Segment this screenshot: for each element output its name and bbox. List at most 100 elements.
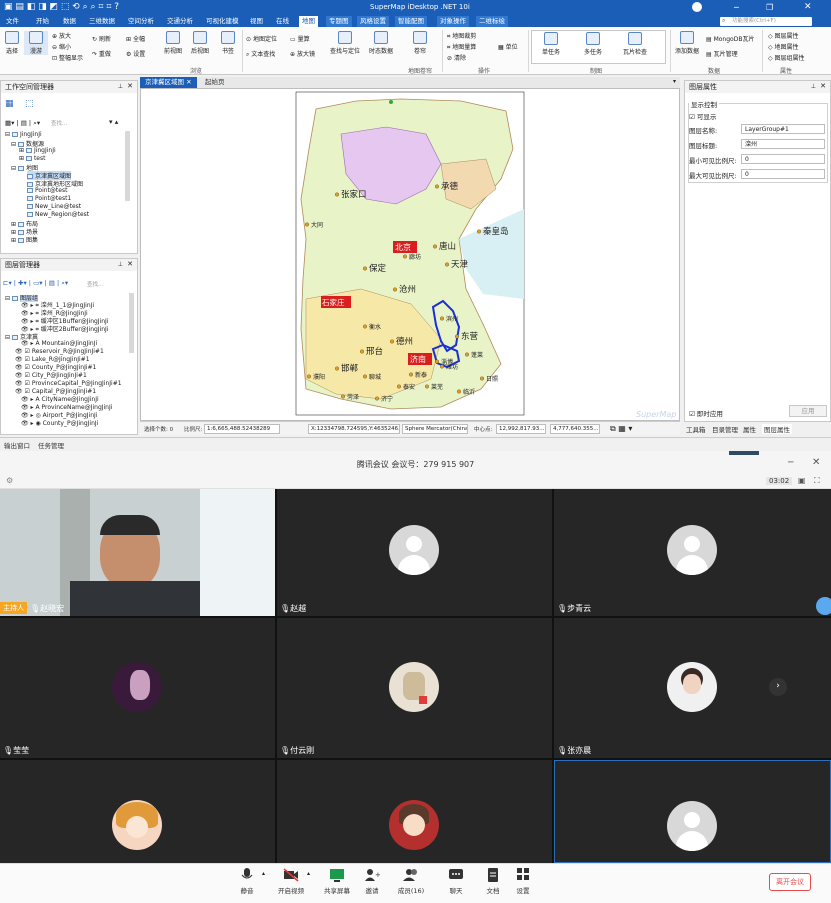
tab-traffic-analysis[interactable]: 交通分析 bbox=[164, 16, 196, 27]
tree-ds-jingjinji[interactable]: ⊞ JingJinJi bbox=[19, 147, 56, 154]
find-locate-button[interactable]: 查找与定位 bbox=[328, 31, 362, 55]
apply-button[interactable]: 应用 bbox=[789, 405, 827, 417]
tree-scrollbar[interactable] bbox=[125, 131, 130, 201]
info-icon[interactable]: ⚙ bbox=[6, 476, 13, 485]
chat-button[interactable]: 聊天 bbox=[439, 868, 473, 895]
tab-catalog[interactable]: 目录管理 bbox=[712, 424, 738, 434]
tab-attributes[interactable]: 属性 bbox=[743, 424, 756, 434]
tree-map-newregion[interactable]: New_Region@test bbox=[27, 211, 89, 218]
settings-button[interactable]: ⚙ 设置 bbox=[126, 49, 145, 58]
swipe-button[interactable]: 卷帘 bbox=[408, 31, 432, 55]
zoom-in-button[interactable]: ⊕ 放大 bbox=[52, 31, 71, 40]
video-tile[interactable] bbox=[277, 760, 552, 863]
video-tile[interactable]: › 🎙张亦晨 bbox=[554, 618, 831, 758]
tree-workspace[interactable]: ⊟ JingJinJi bbox=[5, 131, 42, 138]
chevron-up-icon[interactable]: ▴ bbox=[262, 870, 265, 877]
tab-start[interactable]: 开始 bbox=[33, 16, 52, 27]
layer-row[interactable]: 👁 ☑ Reservoir_R@JingJinJi#1 bbox=[15, 348, 104, 355]
select-button[interactable]: 选择 bbox=[0, 31, 24, 55]
pin-icon[interactable]: ⊥ bbox=[118, 83, 123, 90]
tab-online[interactable]: 在线 bbox=[273, 16, 292, 27]
next-page-icon[interactable]: › bbox=[769, 678, 787, 696]
workspace-nav-arrows[interactable]: ▾ ▴ bbox=[109, 118, 118, 126]
layer-row[interactable]: 👁 ▸ A ProvinceName@JingJinJi bbox=[21, 404, 112, 411]
doc-tab-start-page[interactable]: 起始页 bbox=[200, 77, 230, 88]
user-avatar-icon[interactable] bbox=[692, 2, 702, 12]
layer-row[interactable]: 👁 ▸ A CityName@JingJinJi bbox=[21, 396, 99, 403]
video-tile-host[interactable]: 主持人 🎙赵晓宏 bbox=[0, 489, 275, 616]
center-y-field[interactable]: 4,777,640.355... bbox=[550, 424, 600, 434]
entire-view-button[interactable]: ⊡ 整幅显示 bbox=[52, 53, 83, 62]
layer-row[interactable]: 👁 ☑ Lake_R@JingJinJi#1 bbox=[15, 356, 90, 363]
panel-close-icon[interactable]: ✕ bbox=[127, 260, 133, 268]
magnifier-button[interactable]: ⊕ 放大镜 bbox=[290, 49, 315, 58]
tab-thematic[interactable]: 专题图 bbox=[326, 16, 352, 27]
projection-field[interactable]: Sphere Mercator(China 2000) bbox=[402, 424, 468, 434]
tree-atlas[interactable]: ⊞ 图集 bbox=[11, 235, 38, 244]
prev-view-button[interactable]: 前视图 bbox=[161, 31, 185, 55]
workspace-toolbar-icons[interactable]: ▦▾ | ▤ | ⌕▾ bbox=[5, 119, 40, 128]
status-tool-icons[interactable]: ⧉ ▦ ▾ bbox=[610, 424, 632, 434]
zoom-out-button[interactable]: ⊖ 缩小 bbox=[52, 42, 71, 51]
layer-name-input[interactable]: LayerGroup#1 bbox=[741, 124, 825, 134]
multi-task-button[interactable]: 多任务 bbox=[578, 32, 608, 56]
documents-button[interactable]: 文档 bbox=[476, 868, 510, 895]
start-video-button[interactable]: 开启视频 bbox=[274, 868, 308, 895]
panel-close-icon[interactable]: ✕ bbox=[820, 82, 826, 90]
refresh-button[interactable]: ↻ 刷新 bbox=[92, 34, 111, 43]
unit-button[interactable]: ▦ 单位 bbox=[498, 42, 518, 51]
tab-visual-modeling[interactable]: 可视化建模 bbox=[203, 16, 242, 27]
layer-row[interactable]: 👁 ▸ ◉ County_P@JingJinJi bbox=[21, 420, 98, 427]
tab-spatial-analysis[interactable]: 空间分析 bbox=[125, 16, 157, 27]
temporal-data-button[interactable]: 时态数据 bbox=[366, 31, 396, 55]
tab-smart-mapping[interactable]: 智能配图 bbox=[395, 16, 427, 27]
chevron-up-icon[interactable]: ▴ bbox=[307, 870, 310, 877]
map-properties-button[interactable]: ◇ 地图属性 bbox=[768, 42, 799, 51]
tree-map-point[interactable]: Point@test bbox=[27, 187, 67, 194]
layer-search-input[interactable]: 查找... bbox=[87, 280, 103, 288]
layer-row[interactable]: 👁 ☑ ProvinceCapital_P@JingJinJi#1 bbox=[15, 380, 122, 387]
layout-icon[interactable]: ▣ bbox=[798, 476, 806, 485]
close-icon[interactable]: ✕ bbox=[804, 2, 812, 12]
mongodb-tile-button[interactable]: ▤ MongoDB瓦片 bbox=[706, 34, 754, 43]
tree-ds-test[interactable]: ⊞ test bbox=[19, 155, 45, 162]
center-x-field[interactable]: 12,992,817.93... bbox=[496, 424, 546, 434]
layer-toolbar-icons[interactable]: ⊏▾ | ✚▾ | ▭▾ | ▤ | ⌕▾ bbox=[3, 279, 68, 288]
tab-task-manager[interactable]: 任务管理 bbox=[38, 440, 64, 450]
layer-group-properties-button[interactable]: ◇ 图层组属性 bbox=[768, 53, 805, 62]
bookmark-button[interactable]: 书签 bbox=[216, 31, 240, 55]
video-tile[interactable] bbox=[0, 760, 275, 863]
redo-button[interactable]: ↷ 重做 bbox=[92, 49, 111, 58]
layer-row[interactable]: 👁 ☑ City_P@JingJinJi#1 bbox=[15, 372, 87, 379]
layer-caption-input[interactable]: 滦州 bbox=[741, 139, 825, 149]
doc-tab-region-map[interactable]: 京津冀区域图 ✕ bbox=[140, 77, 197, 88]
pan-button[interactable]: 漫游 bbox=[24, 31, 48, 55]
layer-scrollbar[interactable] bbox=[129, 293, 134, 353]
tab-object-ops[interactable]: 对象操作 bbox=[437, 16, 469, 27]
share-screen-button[interactable]: 共享屏幕 bbox=[320, 868, 354, 895]
tab-file[interactable]: 文件 bbox=[3, 16, 22, 27]
layer-row[interactable]: 👁 ☑ County_P@JingJinJi#1 bbox=[15, 364, 96, 371]
pin-icon[interactable]: ⊥ bbox=[811, 83, 816, 90]
workspace-open-icon[interactable]: ⬚ bbox=[25, 99, 34, 109]
min-scale-input[interactable]: 0 bbox=[741, 154, 825, 164]
video-tile[interactable]: 🎙赵越 bbox=[277, 489, 552, 616]
map-view[interactable]: 北京 石家庄 济南 张家口 承德 秦皇岛 唐山 天津 保定 沧州 邢台 邯郸 德州 东营 滨州 淄博 潍坊… bbox=[140, 88, 680, 421]
max-scale-input[interactable]: 0 bbox=[741, 169, 825, 179]
map-locate-button[interactable]: ⊙ 地图定位 bbox=[246, 34, 277, 43]
tree-map-point1[interactable]: Point@test1 bbox=[27, 195, 71, 202]
workspace-search-input[interactable]: 查找... bbox=[51, 119, 101, 128]
clear-button[interactable]: ⊘ 清除 bbox=[447, 53, 466, 62]
fullscreen-icon[interactable]: ⛶ bbox=[814, 476, 820, 486]
layer-row[interactable]: 👁 ☑ Capital_P@JingJinJi#1 bbox=[15, 388, 96, 395]
next-view-button[interactable]: 后视图 bbox=[188, 31, 212, 55]
tab-dropdown-icon[interactable]: ▾ bbox=[673, 78, 676, 85]
minimize-icon[interactable]: ─ bbox=[788, 458, 793, 468]
tile-manager-button[interactable]: ▤ 瓦片管理 bbox=[706, 49, 738, 58]
add-data-button[interactable]: 添加数据 bbox=[672, 31, 702, 55]
video-tile[interactable]: 🎙步青云 bbox=[554, 489, 831, 616]
tab-toolbox[interactable]: 工具箱 bbox=[686, 424, 706, 434]
tab-layer-attributes[interactable]: 图层属性 bbox=[762, 424, 792, 434]
minimize-icon[interactable]: ─ bbox=[734, 3, 739, 12]
close-icon[interactable]: ✕ bbox=[812, 457, 820, 468]
